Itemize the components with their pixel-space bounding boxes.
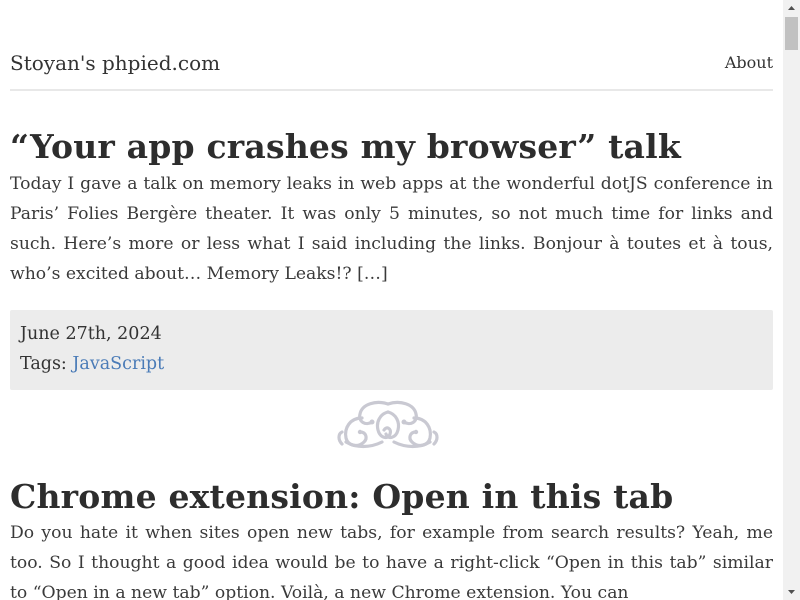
post-date: June 27th, 2024 (20, 324, 162, 344)
page: Stoyan's phpied.com About “Your app cras… (0, 0, 783, 600)
nav-about-link[interactable]: About (725, 52, 773, 74)
vertical-scrollbar[interactable] (783, 0, 800, 600)
scroll-up-arrow-icon[interactable] (783, 0, 800, 17)
post-meta-box: June 27th, 2024 Tags: JavaScript (10, 310, 773, 390)
post-excerpt: Today I gave a talk on memory leaks in w… (10, 174, 773, 284)
flourish-ornament-icon (337, 400, 439, 449)
post-tags: Tags: JavaScript (20, 350, 164, 378)
tags-label: Tags: (20, 354, 67, 374)
site-title-link[interactable]: Stoyan's phpied.com (10, 50, 220, 76)
post-excerpt: Do you hate it when sites open new tabs,… (10, 523, 773, 600)
scroll-down-arrow-icon[interactable] (783, 583, 800, 600)
tag-link-javascript[interactable]: JavaScript (72, 354, 164, 374)
scroll-thumb[interactable] (785, 17, 798, 50)
post-title-link[interactable]: “Your app crashes my browser” talk (10, 127, 681, 167)
site-header: Stoyan's phpied.com About (10, 47, 773, 91)
post-title-link[interactable]: Chrome extension: Open in this tab (10, 477, 673, 517)
